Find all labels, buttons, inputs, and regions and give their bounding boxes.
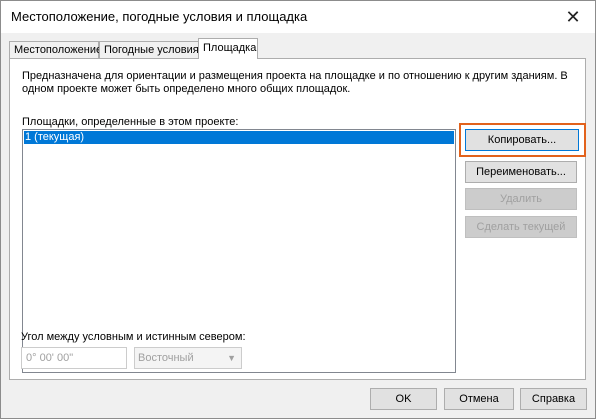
rename-button[interactable]: Переименовать... xyxy=(465,161,577,183)
delete-button[interactable]: Удалить xyxy=(465,188,577,210)
ok-button[interactable]: OK xyxy=(370,388,437,410)
direction-select[interactable]: Восточный ▼ xyxy=(134,347,242,369)
dialog-title: Местоположение, погодные условия и площа… xyxy=(11,9,308,24)
make-current-button[interactable]: Сделать текущей xyxy=(465,216,577,238)
tab-location[interactable]: Местоположение xyxy=(9,41,102,58)
cancel-button[interactable]: Отмена xyxy=(444,388,514,410)
title-bar: Местоположение, погодные условия и площа… xyxy=(1,1,595,33)
sites-list-label: Площадки, определенные в этом проекте: xyxy=(22,116,239,128)
chevron-down-icon: ▼ xyxy=(227,353,236,363)
tab-site[interactable]: Площадка xyxy=(198,38,258,59)
angle-label: Угол между условным и истинным севером: xyxy=(21,331,246,343)
dialog-window: Местоположение, погодные условия и площа… xyxy=(0,0,596,419)
site-description: Предназначена для ориентации и размещени… xyxy=(22,70,568,95)
duplicate-button[interactable]: Копировать... xyxy=(465,129,579,151)
tab-weather[interactable]: Погодные условия xyxy=(99,41,201,58)
angle-input[interactable]: 0° 00' 00" xyxy=(21,347,127,369)
close-icon[interactable]: ✕ xyxy=(551,1,595,33)
direction-value: Восточный xyxy=(138,352,194,364)
help-button[interactable]: Справка xyxy=(520,388,587,410)
list-item[interactable]: 1 (текущая) xyxy=(24,131,454,144)
